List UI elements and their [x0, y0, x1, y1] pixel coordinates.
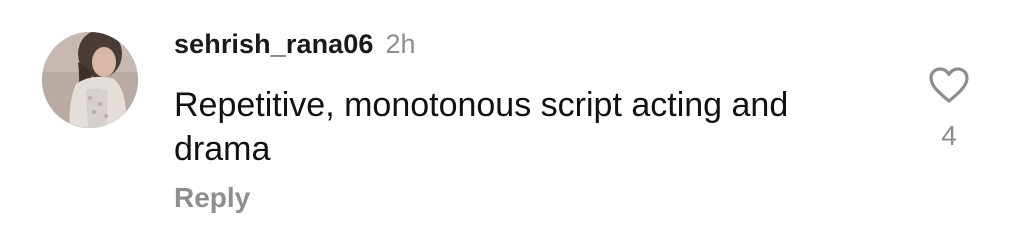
like-button[interactable]: 4: [918, 62, 978, 162]
avatar[interactable]: [42, 32, 138, 128]
like-count: 4: [941, 120, 957, 151]
comment-item: sehrish_rana06 2h Repetitive, monotonous…: [0, 0, 1024, 250]
comment-meta: sehrish_rana06 2h: [174, 29, 416, 63]
heart-outline-icon[interactable]: [928, 66, 970, 104]
reply-button[interactable]: Reply: [174, 182, 250, 214]
username[interactable]: sehrish_rana06: [174, 29, 374, 60]
avatar-image: [42, 32, 138, 128]
comment-text: Repetitive, monotonous script acting and…: [174, 86, 789, 168]
comment-time: 2h: [385, 29, 416, 59]
